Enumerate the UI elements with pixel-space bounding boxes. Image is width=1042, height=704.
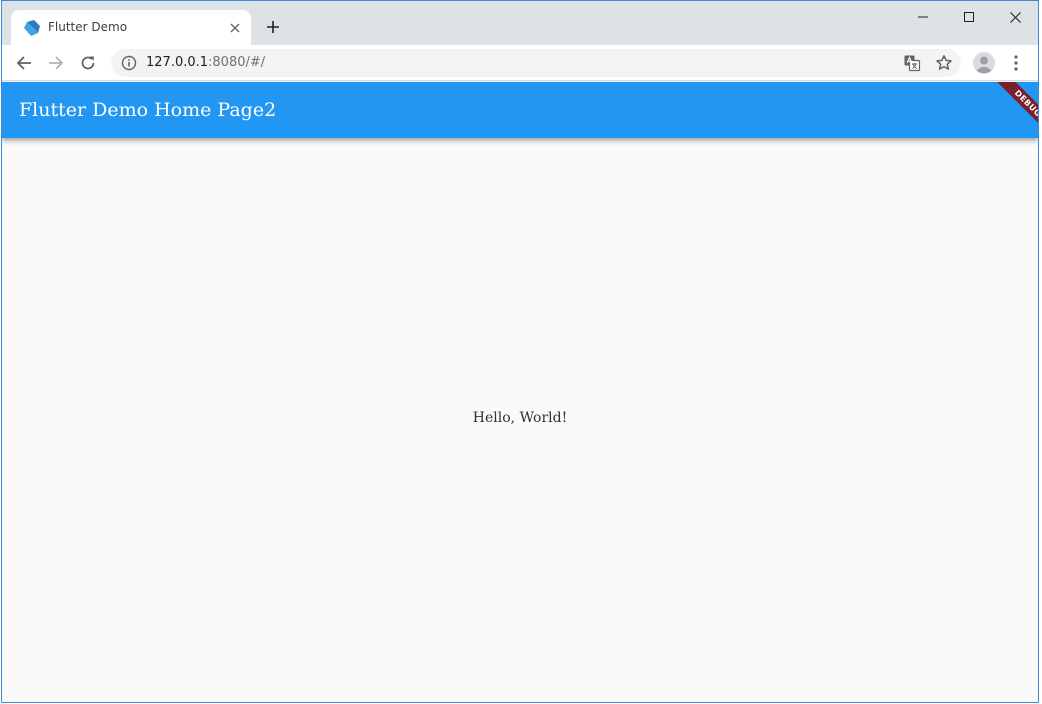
- dart-flutter-logo-icon: [24, 20, 40, 36]
- arrow-right-icon: [49, 56, 64, 70]
- tab-close-button[interactable]: [225, 18, 245, 38]
- page-title: Flutter Demo Home Page2: [19, 99, 277, 121]
- tab-strip: Flutter Demo: [2, 1, 1038, 45]
- tab-title: Flutter Demo: [48, 20, 128, 34]
- url-path: :8080/#/: [208, 55, 266, 70]
- kebab-menu-icon: [1014, 55, 1018, 71]
- tab-flutter-demo[interactable]: Flutter Demo: [11, 10, 251, 45]
- address-bar[interactable]: 127.0.0.1:8080/#/: [111, 49, 961, 77]
- browser-toolbar: 127.0.0.1:8080/#/: [2, 45, 1038, 81]
- close-window-button[interactable]: [992, 1, 1038, 33]
- forward-button[interactable]: [42, 49, 70, 77]
- app-bar: Flutter Demo Home Page2: [2, 82, 1038, 138]
- hello-text: Hello, World!: [472, 410, 568, 426]
- minimize-icon: [918, 16, 928, 18]
- back-button[interactable]: [10, 49, 38, 77]
- debug-banner: DEBUG: [982, 82, 1038, 138]
- browser-window: Flutter Demo 127.0.0.1:8080/#/ Hello, Wo…: [1, 0, 1039, 703]
- info-icon[interactable]: [121, 55, 137, 71]
- star-icon[interactable]: [935, 54, 953, 72]
- reload-button[interactable]: [74, 49, 102, 77]
- minimize-button[interactable]: [900, 1, 946, 33]
- browser-menu-button[interactable]: [1006, 51, 1026, 75]
- url-text: 127.0.0.1:8080/#/: [146, 55, 265, 71]
- close-icon: [230, 23, 240, 33]
- arrow-left-icon: [16, 56, 31, 70]
- translate-icon[interactable]: [903, 54, 921, 72]
- close-icon: [1009, 11, 1021, 23]
- url-host: 127.0.0.1: [146, 55, 209, 70]
- maximize-button[interactable]: [946, 1, 992, 33]
- new-tab-button[interactable]: [261, 15, 285, 39]
- debug-banner-label: DEBUG: [995, 82, 1038, 137]
- maximize-icon: [964, 12, 974, 22]
- plus-icon: [267, 21, 279, 33]
- window-controls: [900, 1, 1038, 33]
- app-body: Hello, World!: [2, 138, 1038, 702]
- reload-icon: [81, 56, 95, 70]
- avatar-icon[interactable]: [972, 51, 996, 75]
